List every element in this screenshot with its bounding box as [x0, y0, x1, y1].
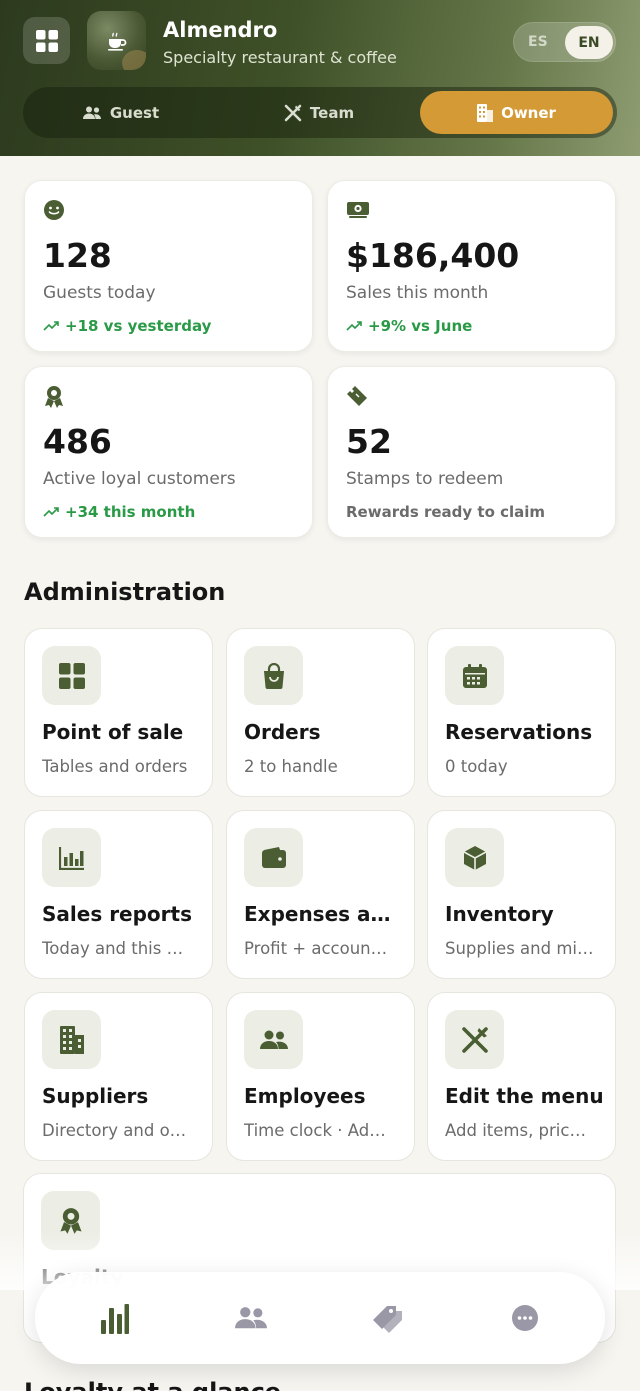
- role-switcher: Guest Team Owner: [23, 87, 617, 138]
- tag-icon: [373, 1306, 402, 1333]
- building-icon: [477, 103, 494, 122]
- stat-value: $186,400: [346, 236, 520, 275]
- grid-icon: [58, 662, 85, 689]
- stat-trend: +34 this month: [43, 503, 195, 521]
- people-icon: [82, 106, 101, 119]
- utensils-icon: [284, 104, 302, 121]
- bottom-navigation: [35, 1272, 605, 1364]
- app-header: Almendro Specialty restaurant & coffee E…: [0, 0, 640, 156]
- tile-expenses[interactable]: Expenses an… Profit + accoun…: [226, 810, 415, 979]
- tile-subtitle: Add items, pric…: [445, 1121, 586, 1140]
- tile-title: Orders: [244, 720, 321, 744]
- section-title-administration: Administration: [24, 578, 226, 606]
- brand-logo: [87, 11, 146, 70]
- award-icon: [60, 1207, 81, 1234]
- nav-reports[interactable]: [91, 1294, 139, 1342]
- tile-sales-reports[interactable]: Sales reports Today and this …: [24, 810, 213, 979]
- tile-reservations[interactable]: Reservations 0 today: [427, 628, 616, 797]
- stat-card-guests[interactable]: 128 Guests today +18 vs yesterday: [24, 180, 313, 352]
- nav-tags[interactable]: [364, 1294, 412, 1342]
- bar-chart-icon: [58, 846, 84, 870]
- role-tab-owner[interactable]: Owner: [420, 91, 613, 134]
- people-icon: [259, 1030, 288, 1049]
- tile-subtitle: Supplies and mi…: [445, 939, 594, 958]
- ticket-icon: [347, 386, 367, 406]
- role-tab-guest[interactable]: Guest: [23, 91, 219, 134]
- tile-point-of-sale[interactable]: Point of sale Tables and orders: [24, 628, 213, 797]
- grid-icon: [35, 29, 58, 52]
- role-tab-label: Owner: [501, 103, 556, 122]
- section-title-next: Loyalty at a glance: [24, 1378, 281, 1391]
- stat-value: 128: [43, 236, 112, 275]
- nav-people[interactable]: [227, 1294, 275, 1342]
- tile-title: Edit the menu: [445, 1084, 604, 1108]
- tile-title: Reservations: [445, 720, 593, 744]
- stat-label: Guests today: [43, 283, 156, 303]
- tile-subtitle: Time clock · Ad…: [244, 1121, 386, 1140]
- building-icon: [59, 1025, 84, 1054]
- tile-suppliers[interactable]: Suppliers Directory and o…: [24, 992, 213, 1161]
- bar-chart-icon: [101, 1304, 129, 1334]
- stat-card-stamps[interactable]: 52 Stamps to redeem Rewards ready to cla…: [327, 366, 616, 538]
- stat-label: Sales this month: [346, 283, 489, 303]
- utensils-icon: [461, 1026, 488, 1053]
- stat-value: 486: [43, 422, 112, 461]
- stat-label: Stamps to redeem: [346, 469, 504, 489]
- tile-employees[interactable]: Employees Time clock · Ad…: [226, 992, 415, 1161]
- money-icon: [347, 202, 369, 218]
- tile-subtitle: Tables and orders: [42, 757, 188, 776]
- tile-subtitle: Profit + accoun…: [244, 939, 388, 958]
- role-tab-team[interactable]: Team: [221, 91, 417, 134]
- tile-title: Point of sale: [42, 720, 184, 744]
- language-es-button[interactable]: ES: [528, 34, 548, 50]
- tile-title: Employees: [244, 1084, 366, 1108]
- stat-note: Rewards ready to claim: [346, 503, 546, 521]
- smile-icon: [44, 200, 64, 220]
- stat-card-sales[interactable]: $186,400 Sales this month +9% vs June: [327, 180, 616, 352]
- stat-label: Active loyal customers: [43, 469, 236, 489]
- tile-subtitle: 0 today: [445, 757, 508, 776]
- more-icon: [512, 1305, 538, 1331]
- tile-title: Inventory: [445, 902, 554, 926]
- brand-subtitle: Specialty restaurant & coffee: [163, 48, 397, 67]
- calendar-icon: [462, 663, 487, 688]
- trend-up-icon: [43, 321, 59, 331]
- tile-subtitle: Directory and o…: [42, 1121, 187, 1140]
- trend-up-icon: [346, 321, 362, 331]
- tile-title: Sales reports: [42, 902, 192, 926]
- tile-title: Expenses an…: [244, 902, 404, 926]
- award-icon: [45, 386, 63, 408]
- apps-menu-button[interactable]: [23, 17, 70, 64]
- coffee-cup-icon: [107, 32, 126, 51]
- trend-up-icon: [43, 507, 59, 517]
- tile-title: Suppliers: [42, 1084, 149, 1108]
- tile-subtitle: 2 to handle: [244, 757, 338, 776]
- language-en-button[interactable]: EN: [565, 26, 613, 59]
- tile-edit-menu[interactable]: Edit the menu Add items, pric…: [427, 992, 616, 1161]
- stat-value: 52: [346, 422, 392, 461]
- nav-more[interactable]: [501, 1294, 549, 1342]
- stat-trend: +9% vs June: [346, 317, 472, 335]
- tile-inventory[interactable]: Inventory Supplies and mi…: [427, 810, 616, 979]
- stat-trend: +18 vs yesterday: [43, 317, 211, 335]
- tile-subtitle: Today and this …: [42, 939, 184, 958]
- stat-card-loyal-customers[interactable]: 486 Active loyal customers +34 this mont…: [24, 366, 313, 538]
- language-switcher: ES EN: [513, 22, 616, 62]
- role-tab-label: Team: [309, 103, 355, 122]
- wallet-icon: [261, 846, 286, 868]
- brand-name: Almendro: [163, 18, 278, 42]
- people-icon: [235, 1307, 267, 1329]
- tile-orders[interactable]: Orders 2 to handle: [226, 628, 415, 797]
- role-tab-label: Guest: [109, 103, 160, 122]
- bag-icon: [263, 662, 284, 689]
- box-icon: [463, 845, 486, 870]
